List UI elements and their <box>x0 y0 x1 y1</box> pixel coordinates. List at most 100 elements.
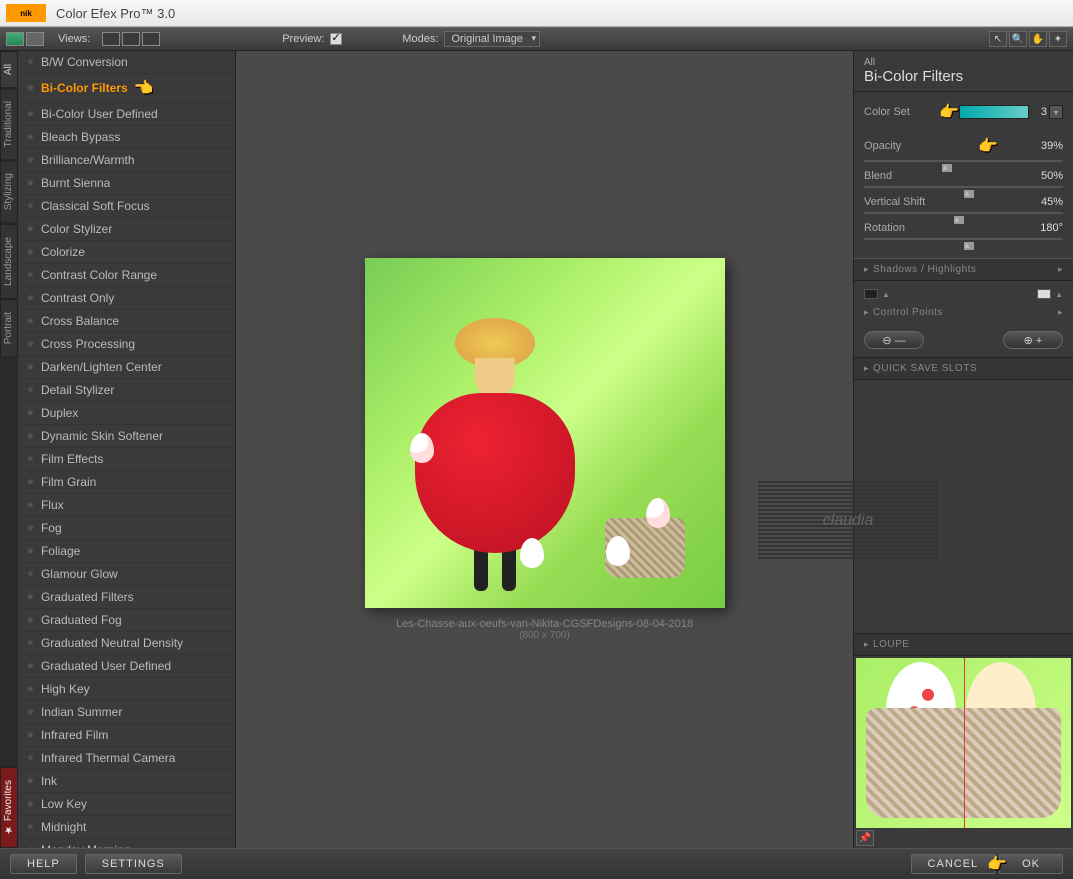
filter-item[interactable]: Graduated Filters <box>18 586 235 609</box>
panel-header: All Bi-Color Filters <box>854 51 1073 92</box>
filter-item[interactable]: Bleach Bypass <box>18 126 235 149</box>
param-color-set: Color Set 👉 3 ▾ <box>864 102 1063 122</box>
top-toolbar: Views: Preview: Modes: Original Image ↖ … <box>0 27 1073 51</box>
filter-item[interactable]: Burnt Sienna <box>18 172 235 195</box>
filter-item[interactable]: Graduated Neutral Density <box>18 632 235 655</box>
loupe-section: LOUPE 📌 <box>854 633 1073 848</box>
filter-item[interactable]: Low Key <box>18 793 235 816</box>
filter-item[interactable]: Bi-Color User Defined <box>18 103 235 126</box>
param-blend: Blend 50% <box>864 170 1063 182</box>
filter-item[interactable]: Dynamic Skin Softener <box>18 425 235 448</box>
blend-slider[interactable] <box>864 186 1063 188</box>
filter-item[interactable]: Indian Summer <box>18 701 235 724</box>
filter-item[interactable]: Contrast Only <box>18 287 235 310</box>
filter-item[interactable]: B/W Conversion <box>18 51 235 74</box>
tab-landscape[interactable]: Landscape <box>0 224 18 299</box>
rotation-slider[interactable] <box>864 238 1063 240</box>
color-set-swatch[interactable] <box>959 105 1029 119</box>
view-mode-icon-2[interactable] <box>26 32 44 46</box>
control-points-header[interactable]: Control Points <box>854 307 1073 323</box>
filter-item[interactable]: Monday Morning <box>18 839 235 848</box>
filter-item[interactable]: Foliage <box>18 540 235 563</box>
vshift-slider[interactable] <box>864 212 1063 214</box>
filter-item[interactable]: Infrared Film <box>18 724 235 747</box>
filter-item[interactable]: Midnight <box>18 816 235 839</box>
arrow-tool-icon[interactable]: ↖ <box>989 31 1007 47</box>
color-set-value: 3 <box>1041 106 1047 118</box>
filter-item[interactable]: Cross Processing <box>18 333 235 356</box>
control-point-remove-button[interactable]: ⊖ — <box>864 331 924 349</box>
shadows-highlights-header[interactable]: Shadows / Highlights <box>854 258 1073 281</box>
view-mode-icon-1[interactable] <box>6 32 24 46</box>
settings-button[interactable]: SETTINGS <box>85 854 182 874</box>
shadows-swatch[interactable] <box>864 289 878 299</box>
preview-label: Preview: <box>282 33 324 45</box>
hand-tool-icon[interactable]: ✋ <box>1029 31 1047 47</box>
cancel-button[interactable]: CANCEL <box>911 854 996 874</box>
preview-checkbox[interactable] <box>330 33 342 45</box>
egg <box>606 536 630 566</box>
highlights-swatch[interactable] <box>1037 289 1051 299</box>
tab-traditional[interactable]: Traditional <box>0 88 18 160</box>
filter-item[interactable]: Infrared Thermal Camera <box>18 747 235 770</box>
filter-item[interactable]: Detail Stylizer <box>18 379 235 402</box>
image-caption: Les-Chasse-aux-oeufs-van-Nikita-CGSFDesi… <box>396 618 693 641</box>
filter-item[interactable]: Graduated User Defined <box>18 655 235 678</box>
app-title: Color Efex Pro™ 3.0 <box>56 6 175 21</box>
filter-item[interactable]: Bi-Color Filters👈 <box>18 74 235 103</box>
quick-save-header[interactable]: QUICK SAVE SLOTS <box>854 357 1073 380</box>
filter-item[interactable]: Ink <box>18 770 235 793</box>
filter-item[interactable]: Darken/Lighten Center <box>18 356 235 379</box>
view-layout-side-icon[interactable] <box>142 32 160 46</box>
param-rotation: Rotation 180° <box>864 222 1063 234</box>
basket <box>866 708 1061 818</box>
filter-item[interactable]: Colorize <box>18 241 235 264</box>
ok-button[interactable]: OK <box>999 854 1063 874</box>
color-set-dropdown[interactable]: ▾ <box>1049 105 1063 119</box>
tab-portrait[interactable]: Portrait <box>0 299 18 357</box>
view-layout-split-icon[interactable] <box>122 32 140 46</box>
filter-item[interactable]: Classical Soft Focus <box>18 195 235 218</box>
filter-item[interactable]: Color Stylizer <box>18 218 235 241</box>
preview-area: Les-Chasse-aux-oeufs-van-Nikita-CGSFDesi… <box>236 51 853 848</box>
loupe-header[interactable]: LOUPE <box>854 633 1073 656</box>
image-dimensions: (800 x 700) <box>396 630 693 641</box>
tab-stylizing[interactable]: Stylizing <box>0 160 18 223</box>
pointer-icon: 👉 <box>978 136 998 156</box>
opacity-label: Opacity <box>864 140 939 152</box>
modes-label: Modes: <box>402 33 438 45</box>
filter-item[interactable]: Brilliance/Warmth <box>18 149 235 172</box>
light-tool-icon[interactable]: ✦ <box>1049 31 1067 47</box>
filter-list[interactable]: B/W ConversionBi-Color Filters👈Bi-Color … <box>18 51 236 848</box>
preview-image[interactable] <box>365 258 725 608</box>
tab-all[interactable]: All <box>0 51 18 88</box>
help-button[interactable]: HELP <box>10 854 77 874</box>
loupe-preview[interactable] <box>856 658 1071 828</box>
filter-item[interactable]: Glamour Glow <box>18 563 235 586</box>
view-layout-single-icon[interactable] <box>102 32 120 46</box>
filter-item[interactable]: Contrast Color Range <box>18 264 235 287</box>
opacity-slider[interactable] <box>864 160 1063 162</box>
filter-item[interactable]: Duplex <box>18 402 235 425</box>
tab-favorites[interactable]: ★ Favorites <box>0 767 18 848</box>
filter-item[interactable]: Cross Balance <box>18 310 235 333</box>
filter-item[interactable]: Film Grain <box>18 471 235 494</box>
category-tabs: All Traditional Stylizing Landscape Port… <box>0 51 18 848</box>
egg <box>646 498 670 528</box>
views-label: Views: <box>58 33 90 45</box>
panel-filter-name: Bi-Color Filters <box>864 68 1063 85</box>
modes-dropdown[interactable]: Original Image <box>444 31 540 47</box>
opacity-value: 39% <box>1041 140 1063 152</box>
image-filename: Les-Chasse-aux-oeufs-van-Nikita-CGSFDesi… <box>396 618 693 630</box>
filter-item[interactable]: Fog <box>18 517 235 540</box>
panel-category: All <box>864 57 1063 68</box>
filter-item[interactable]: Flux <box>18 494 235 517</box>
zoom-tool-icon[interactable]: 🔍 <box>1009 31 1027 47</box>
filter-item[interactable]: Graduated Fog <box>18 609 235 632</box>
pin-button[interactable]: 📌 <box>856 830 874 846</box>
filter-item[interactable]: Film Effects <box>18 448 235 471</box>
control-point-add-button[interactable]: ⊕ + <box>1003 331 1063 349</box>
filter-item[interactable]: High Key <box>18 678 235 701</box>
footer-bar: HELP SETTINGS CANCEL 👉 OK <box>0 848 1073 879</box>
nik-logo: nik <box>6 4 46 22</box>
